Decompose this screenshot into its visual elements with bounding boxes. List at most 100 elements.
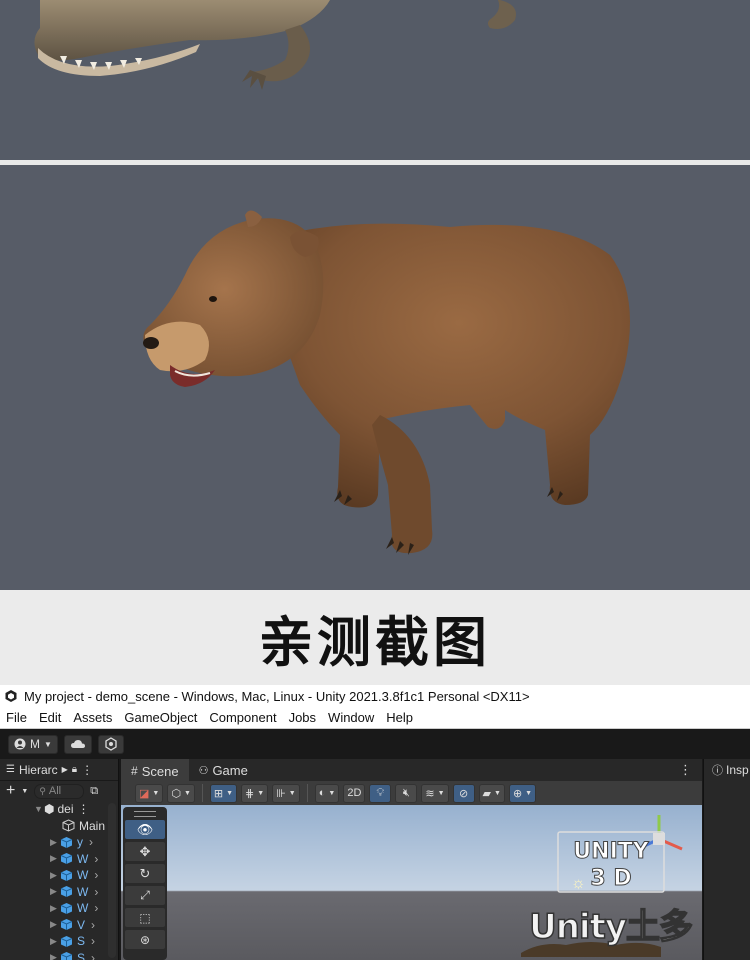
expand-arrow-icon[interactable]: ▶ [50, 853, 60, 864]
expand-arrow-icon[interactable]: ▶ [50, 870, 60, 881]
rect-tool-button[interactable]: ⬚ [125, 908, 165, 927]
chevron-down-icon: ▼ [437, 789, 445, 797]
menu-component[interactable]: Component [209, 710, 276, 725]
chevron-down-icon[interactable]: ▼ [21, 788, 28, 795]
tools-palette: 👁︎ ✥ ↻ ⤢ ⬚ ⊛ [123, 807, 167, 960]
chevron-down-icon: ▼ [288, 789, 296, 797]
prefab-label: W [77, 868, 89, 883]
menu-jobs[interactable]: Jobs [289, 710, 316, 725]
watermark: UNITY 3 D Unity土多 [528, 830, 694, 948]
scale-tool-button[interactable]: ⤢ [125, 886, 165, 905]
expand-arrow-icon[interactable]: ▶ [50, 903, 60, 914]
chevron-right-icon[interactable]: › [94, 868, 98, 882]
unity-editor: My project - demo_scene - Windows, Mac, … [0, 685, 750, 960]
audio-toggle-button[interactable]: 🔇︎ [395, 783, 418, 803]
chevron-right-icon[interactable]: › [91, 951, 95, 960]
add-icon[interactable]: + [6, 783, 15, 799]
kebab-menu-icon[interactable]: ⋮ [78, 802, 90, 816]
chevron-down-icon: ▼ [152, 789, 160, 797]
palette-grip[interactable] [134, 811, 156, 817]
menu-file[interactable]: File [6, 710, 27, 725]
grid-icon: # [131, 764, 138, 778]
ruler-icon: ⊪ [276, 787, 286, 800]
scene-row[interactable]: ▼ ⬢ dei ⋮ [0, 801, 118, 818]
expand-arrow-icon[interactable]: ▶ [50, 952, 60, 960]
tab-game[interactable]: ⚇ Game [189, 759, 258, 781]
chevron-right-icon[interactable]: › [89, 835, 93, 849]
account-button[interactable]: M ▼ [8, 734, 58, 754]
cloud-button[interactable] [63, 734, 92, 754]
tab-scene[interactable]: # Scene [121, 759, 189, 781]
collab-button[interactable] [97, 734, 124, 754]
menu-edit[interactable]: Edit [39, 710, 61, 725]
menu-window[interactable]: Window [328, 710, 374, 725]
scale-icon: ⤢ [140, 888, 150, 902]
transform-tool-button[interactable]: ⊛ [125, 930, 165, 949]
effects-button[interactable]: ≋ ▼ [421, 783, 449, 803]
prefab-cube-icon [60, 886, 73, 898]
menu-help[interactable]: Help [386, 710, 413, 725]
rotate-tool-button[interactable]: ↻ [125, 864, 165, 883]
toggle-2d-button[interactable]: 2D [343, 783, 366, 803]
list-item[interactable]: ▶ V › [0, 917, 118, 934]
hidden-objects-button[interactable]: ⊘ [452, 783, 475, 803]
view-tool-button[interactable]: 👁︎ [125, 820, 165, 839]
hierarchy-tab-label: Hierarc [18, 762, 58, 777]
scene-tab-bar: # Scene ⚇ Game ⋮ [121, 759, 702, 781]
list-item[interactable]: ▶ S › [0, 933, 118, 950]
chevron-right-icon[interactable]: › [94, 901, 98, 915]
hierarchy-tree: ▼ ⬢ dei ⋮ Main ▶ y › ▶ W › ▶ W › ▶ W › ▶… [0, 801, 118, 960]
scene-visibility-icon[interactable]: ⧉ [90, 785, 98, 798]
lock-icon[interactable]: 🔒︎ [72, 764, 77, 775]
crocodile-render-panel [0, 0, 750, 160]
chevron-right-icon[interactable]: › [91, 918, 95, 932]
move-tool-button[interactable]: ✥ [125, 842, 165, 861]
list-item[interactable]: ▶ W › [0, 867, 118, 884]
search-icon: ⚲ [39, 785, 46, 796]
grid-snap-icon: ⊞ [213, 787, 224, 800]
list-item[interactable]: ▶ y › [0, 834, 118, 851]
expand-arrow-icon[interactable]: ▼ [34, 804, 44, 814]
scene-panel: # Scene ⚇ Game ⋮ ◪▼ ⬡▼ ⊞▼ ⋕▼ ⊪▼ ◐▼ 2D � [121, 759, 702, 960]
prefab-label: y [77, 835, 83, 850]
menu-assets[interactable]: Assets [73, 710, 112, 725]
list-item[interactable]: ▶ W › [0, 900, 118, 917]
kebab-menu-icon[interactable]: ⋮ [81, 763, 93, 777]
expand-arrow-icon[interactable]: ▶ [50, 936, 60, 947]
expand-arrow-icon[interactable]: ▶ [50, 919, 60, 930]
prefab-cube-icon [60, 902, 73, 914]
gizmos-button[interactable]: ⊕ ▼ [508, 783, 537, 803]
chevron-right-icon[interactable]: › [94, 885, 98, 899]
kebab-menu-icon[interactable]: ⋮ [679, 762, 692, 778]
scene-viewport[interactable]: 👁︎ ✥ ↻ ⤢ ⬚ ⊛ ☼ UNITY 3 D Unity土多 [121, 805, 702, 960]
expand-arrow-icon[interactable]: ▶ [50, 886, 60, 897]
chevron-right-icon[interactable]: › [91, 934, 95, 948]
watermark-logo-text: UNITY [573, 839, 649, 864]
hierarchy-scrollbar[interactable] [108, 803, 116, 958]
bear-image [143, 210, 630, 555]
hierarchy-search-input[interactable]: ⚲ All [34, 783, 85, 799]
render-sphere-button[interactable]: ◐ ▼ [314, 783, 340, 803]
menu-gameobject[interactable]: GameObject [124, 710, 197, 725]
watermark-logo-text-3d: 3 D [590, 866, 631, 891]
main-camera-row[interactable]: Main [0, 818, 118, 835]
lighting-toggle-button[interactable]: 💡︎ [369, 783, 392, 803]
draw-mode-button[interactable]: ◪ ▼ [135, 783, 164, 803]
layers-icon: ≋ [425, 787, 435, 800]
hierarchy-tab[interactable]: ☰ Hierarc ▶ 🔒︎ ⋮ [0, 759, 118, 781]
gameobject-cube-icon [62, 819, 75, 832]
grid-snap-button[interactable]: ⊞ ▼ [209, 783, 238, 803]
ruler-button[interactable]: ⊪ ▼ [272, 783, 300, 803]
prefab-cube-icon [60, 935, 73, 947]
shading-button[interactable]: ⬡ ▼ [167, 783, 195, 803]
chevron-right-icon[interactable]: › [94, 852, 98, 866]
expand-arrow-icon[interactable]: ▶ [50, 837, 60, 848]
tab-inspector[interactable]: ⓘ Insp [704, 759, 750, 781]
account-label: M [30, 737, 40, 751]
camera-button[interactable]: ▰ ▼ [478, 783, 505, 803]
list-item[interactable]: ▶ W › [0, 884, 118, 901]
list-item[interactable]: ▶ S › [0, 950, 118, 960]
snap-increment-button[interactable]: ⋕ ▼ [241, 783, 269, 803]
list-item[interactable]: ▶ W › [0, 851, 118, 868]
info-icon: ⓘ [712, 765, 723, 777]
